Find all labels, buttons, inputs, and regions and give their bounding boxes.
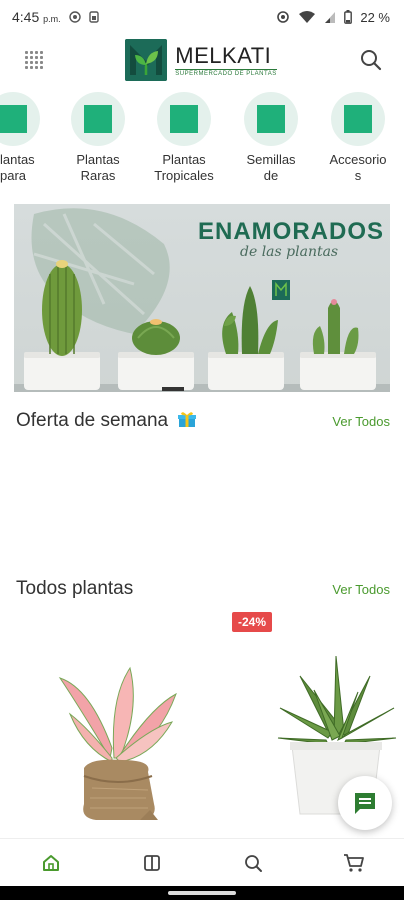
nav-cart[interactable] [334,843,374,883]
category-item[interactable]: Plantas Tropicales [141,92,227,184]
category-item[interactable]: Plantaspara [0,92,56,184]
banner-subtitle: de las plantas [240,244,339,260]
search-icon [244,854,262,872]
logo-mark-icon [125,39,168,81]
nav-search[interactable] [233,843,273,883]
plants-section-title: Todos plantas [16,578,134,599]
category-thumbnail [331,92,385,146]
brand-tagline: SUPERMERCADO DE PLANTAS [175,69,277,77]
search-button[interactable] [358,47,384,73]
search-icon [361,50,382,71]
grid-menu-icon[interactable] [24,50,44,70]
category-label: Semillas de [246,152,296,183]
gift-icon [177,412,196,427]
category-label: Plantas Raras [76,152,120,183]
category-item[interactable]: Accesorio s [315,92,401,184]
chat-button[interactable] [338,776,392,830]
category-thumbnail [71,92,125,146]
plants-see-all-link[interactable]: Ver Todos [332,582,390,597]
battery-icon [344,10,353,24]
nav-catalog[interactable] [132,843,172,883]
category-label: Plantas Tropicales [154,152,214,183]
category-thumbnail [157,92,211,146]
brand-logo[interactable]: MELKATI SUPERMERCADO DE PLANTAS [125,39,277,81]
plants-section-header: Todos plantas Ver Todos [16,578,390,600]
banner-title: ENAMORADOS [198,218,385,245]
gesture-pill[interactable] [168,891,236,895]
status-bar: 4:45 p.m. 22 % [0,0,404,34]
cart-icon [343,853,364,872]
category-item[interactable]: Plantas Raras [55,92,141,184]
product-card[interactable] [40,648,190,838]
nav-home[interactable] [31,843,71,883]
status-ampm: p.m. [43,14,61,24]
category-thumbnail [0,92,40,146]
offer-see-all-link[interactable]: Ver Todos [332,414,390,429]
status-time-value: 4:45 [12,9,40,25]
offer-section-header: Oferta de semana Ver Todos [16,410,390,432]
wifi-icon [299,11,316,23]
battery-percent: 22 % [360,9,390,25]
app-header: MELKATI SUPERMERCADO DE PLANTAS [0,34,404,86]
product-image [58,666,177,820]
record-icon [68,11,81,23]
category-label: Plantaspara [0,152,35,183]
category-carousel[interactable]: Plantaspara PlantasRaras PlantasTropical… [0,92,404,192]
home-icon [42,854,59,871]
status-time: 4:45 p.m. [12,9,61,25]
chat-icon [355,793,375,814]
promo-banner[interactable]: ENAMORADOS de las plantas [14,204,390,392]
system-gesture-bar [0,886,404,900]
catalog-icon [143,854,160,871]
eye-icon [277,11,290,23]
discount-badge: -24% [232,612,273,632]
category-item[interactable]: Semillas de [228,92,314,184]
brand-name: MELKATI [175,43,272,68]
bottom-navigation [0,838,404,886]
signal-icon [325,11,336,23]
category-thumbnail [244,92,298,146]
sim-icon [88,11,99,23]
offer-section-title: Oferta de semana [16,410,169,431]
category-label: Accesorio s [329,152,387,183]
